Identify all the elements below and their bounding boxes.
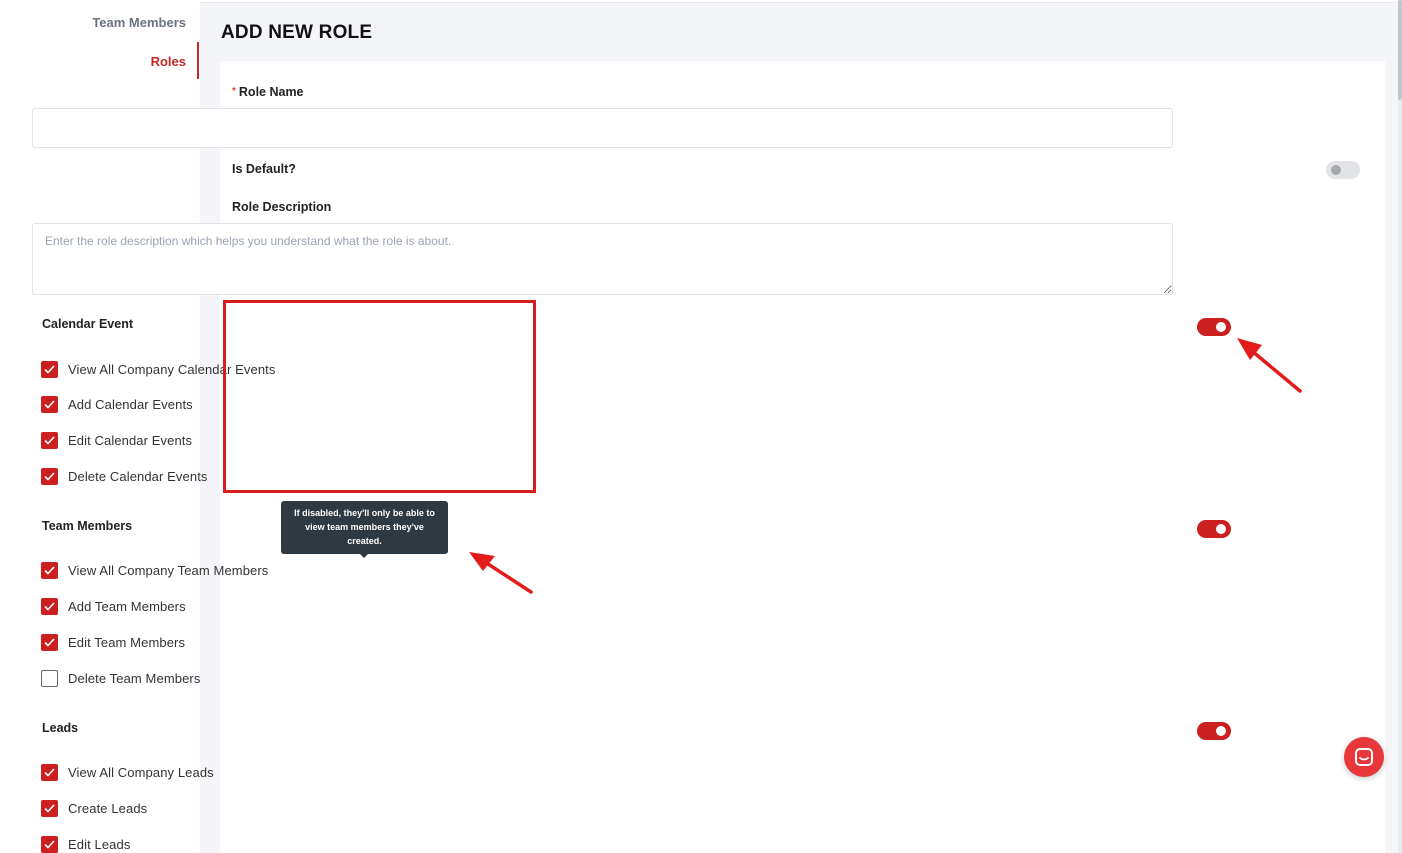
page-scrollbar[interactable] [1398,0,1402,853]
perm-label: Add Team Members [68,598,186,614]
checkmark-icon[interactable] [41,360,58,378]
tooltip: If disabled, they'll only be able to vie… [281,501,448,554]
required-mark: * [232,86,236,97]
checkmark-icon[interactable] [41,763,58,781]
tooltip-arrow [359,553,369,558]
team-section-title: Team Members [42,519,133,533]
is-default-toggle[interactable] [1326,161,1360,179]
page-title: ADD NEW ROLE [221,22,373,43]
perm-label: Add Calendar Events [68,396,193,412]
checkbox-empty-icon[interactable] [41,669,58,687]
perm-label: View All Company Leads [68,764,214,780]
perm-edit-calendar-events[interactable]: Edit Calendar Events [41,431,192,449]
checkmark-icon[interactable] [41,597,58,615]
checkmark-icon[interactable] [41,835,58,853]
perm-create-leads[interactable]: Create Leads [41,799,147,817]
role-description-textarea[interactable] [32,223,1173,295]
perm-label: Create Leads [68,800,148,816]
calendar-section-toggle[interactable] [1197,318,1231,336]
chat-button[interactable] [1344,737,1384,777]
perm-label: Edit Leads [68,836,131,852]
sidebar-active-indicator [197,42,199,79]
role-description-label: Role Description [232,200,332,214]
perm-edit-leads[interactable]: Edit Leads [41,835,130,853]
checkmark-icon[interactable] [41,561,58,579]
perm-add-calendar-events[interactable]: Add Calendar Events [41,395,193,413]
annotation-highlight-box [223,300,536,493]
sidebar-item-roles[interactable]: Roles [151,54,186,69]
checkmark-icon[interactable] [41,633,58,651]
perm-view-team-members[interactable]: View All Company Team Members [41,561,268,579]
is-default-label: Is Default? [232,162,296,176]
chat-icon [1355,748,1373,766]
checkmark-icon[interactable] [41,431,58,449]
checkmark-icon[interactable] [41,799,58,817]
role-name-input[interactable] [32,108,1173,148]
checkmark-icon[interactable] [41,467,58,485]
checkmark-icon[interactable] [41,395,58,413]
perm-delete-calendar-events[interactable]: Delete Calendar Events [41,467,208,485]
calendar-section-title: Calendar Event [42,317,134,331]
team-section-toggle[interactable] [1197,520,1231,538]
perm-label: View All Company Team Members [68,562,269,578]
perm-label: Edit Team Members [68,634,186,650]
role-name-label: * Role Name [232,85,304,99]
perm-delete-team-members[interactable]: Delete Team Members [41,669,200,687]
perm-label: Edit Calendar Events [68,432,193,448]
perm-label: Delete Team Members [68,670,201,686]
scrollbar-thumb[interactable] [1398,0,1402,100]
perm-edit-team-members[interactable]: Edit Team Members [41,633,185,651]
perm-label: Delete Calendar Events [68,468,208,484]
leads-section-toggle[interactable] [1197,722,1231,740]
perm-view-leads[interactable]: View All Company Leads [41,763,214,781]
leads-section-title: Leads [42,721,79,735]
sidebar-item-team-members[interactable]: Team Members [92,15,186,30]
perm-add-team-members[interactable]: Add Team Members [41,597,186,615]
